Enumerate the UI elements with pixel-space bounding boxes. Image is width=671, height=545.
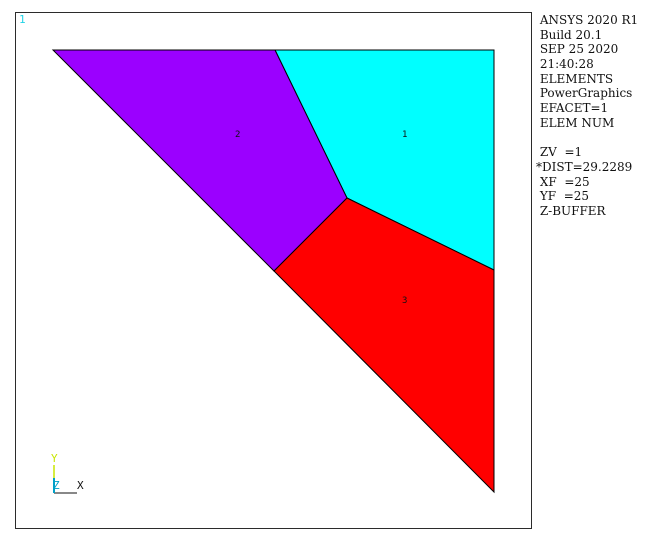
element-2-label: 2 — [235, 130, 240, 140]
element-1-label: 1 — [402, 130, 407, 140]
element-3-label: 3 — [402, 296, 407, 306]
info-line: SEP 25 2020 — [536, 42, 619, 57]
info-line: XF =25 — [536, 174, 590, 189]
status-info-panel: ANSYS 2020 R1 Build 20.1 SEP 25 2020 21:… — [536, 13, 671, 219]
info-line: *DIST=29.2289 — [536, 159, 633, 174]
triad-z-label: Z — [53, 479, 60, 492]
info-line: YF =25 — [536, 189, 590, 204]
info-line: Build 20.1 — [536, 27, 603, 42]
coordinate-triad: Y Z X — [51, 452, 84, 494]
info-line: ANSYS 2020 R1 — [536, 13, 639, 27]
info-line: ELEMENTS — [536, 71, 614, 86]
info-line: ELEM NUM — [536, 115, 615, 130]
ansys-graphics-window: 1 1 2 3 Y Z X ANSYS 2020 R1 Build 20.1 S… — [0, 0, 671, 545]
triad-y-label: Y — [51, 452, 58, 465]
info-line — [536, 131, 671, 146]
info-line: Z-BUFFER — [536, 203, 606, 218]
info-line: ZV =1 — [536, 145, 583, 160]
info-line: PowerGraphics — [536, 86, 633, 101]
triad-x-label: X — [77, 479, 84, 492]
info-line: 21:40:28 — [536, 57, 594, 72]
info-line: EFACET=1 — [536, 101, 609, 116]
